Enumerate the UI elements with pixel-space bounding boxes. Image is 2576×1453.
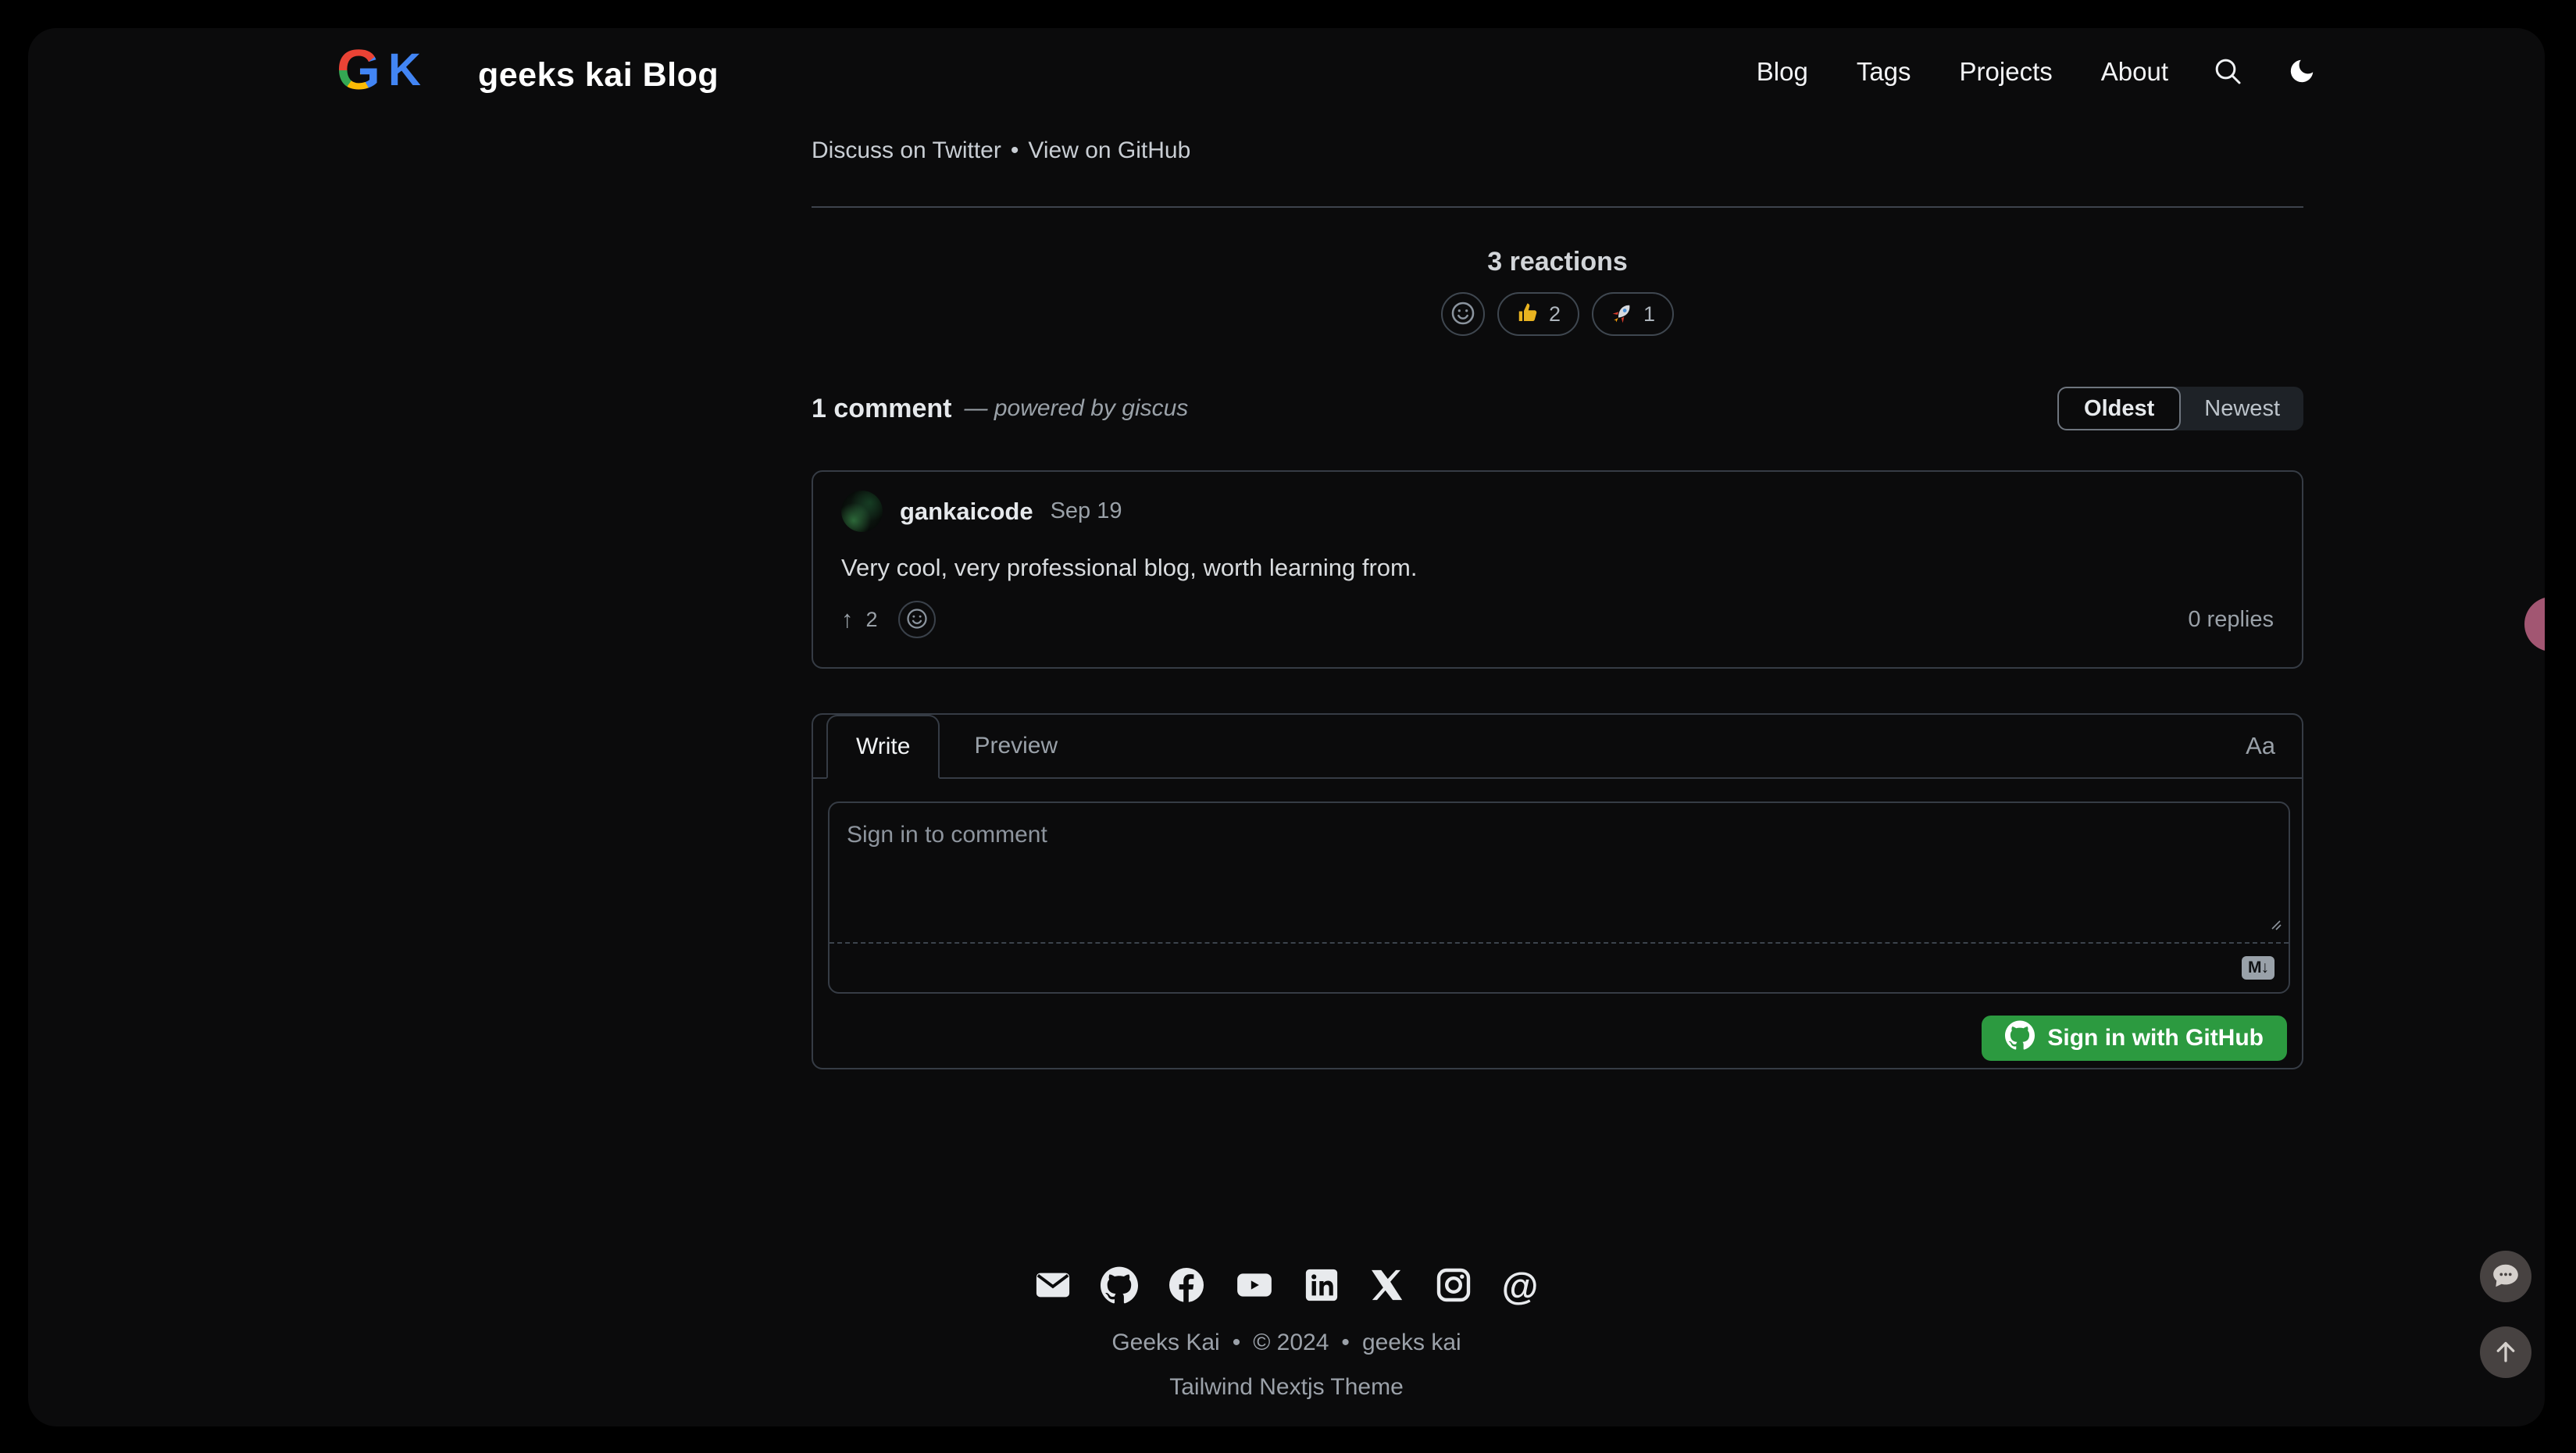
site-title[interactable]: geeks kai Blog	[478, 56, 719, 95]
tab-write[interactable]: Write	[826, 715, 940, 779]
x-icon	[1369, 1267, 1405, 1307]
add-reaction-button[interactable]	[1440, 292, 1485, 336]
text-format-button[interactable]: Aa	[2241, 731, 2280, 761]
comment-body: Very cool, very professional blog, worth…	[841, 554, 1418, 581]
nav-link-tags[interactable]: Tags	[1857, 57, 1911, 87]
avatar[interactable]	[841, 491, 883, 532]
discuss-twitter-link[interactable]: Discuss on Twitter	[812, 137, 1001, 163]
linkedin-icon	[1304, 1267, 1340, 1307]
nav-link-projects[interactable]: Projects	[1960, 57, 2053, 87]
post-share-links: Discuss on Twitter • View on GitHub	[812, 137, 1190, 164]
social-links: @	[28, 1266, 2545, 1308]
sort-newest-button[interactable]: Newest	[2181, 387, 2303, 430]
nav-link-blog[interactable]: Blog	[1757, 57, 1808, 87]
reaction-rocket-button[interactable]: 1	[1592, 292, 1675, 336]
comment-header: gankaicode Sep 19	[841, 491, 2274, 532]
rocket-icon	[1611, 302, 1634, 327]
threads-icon: @	[1501, 1266, 1539, 1308]
upvote-button[interactable]: ↑	[841, 605, 854, 634]
github-icon	[1100, 1266, 1138, 1308]
reaction-thumbs-up-button[interactable]: 2	[1497, 292, 1579, 336]
facebook-link[interactable]	[1168, 1266, 1205, 1308]
blog-page: G K geeks kai Blog Blog Tags Projects Ab…	[28, 28, 2545, 1426]
youtube-link[interactable]	[1235, 1266, 1274, 1308]
smiley-icon	[905, 607, 929, 633]
theme-toggle-button[interactable]	[2287, 56, 2317, 88]
comment-composer: Write Preview Aa M↓ Sign in with GitHub	[812, 713, 2303, 1069]
footer-separator: •	[1232, 1330, 1241, 1355]
footer-separator: •	[1341, 1330, 1350, 1355]
up-arrow-icon: ↑	[841, 605, 854, 633]
sort-oldest-button[interactable]: Oldest	[2057, 387, 2182, 430]
mail-link[interactable]	[1035, 1267, 1071, 1307]
logo-k-mark: K	[388, 45, 421, 95]
threads-link[interactable]: @	[1501, 1266, 1539, 1308]
section-divider	[812, 206, 2303, 208]
upvote-count: 2	[865, 607, 878, 631]
view-github-link[interactable]: View on GitHub	[1028, 137, 1190, 163]
thumbs-up-icon	[1516, 302, 1540, 327]
composer-tabbar: Write Preview Aa	[813, 715, 2302, 779]
resize-grip-icon[interactable]	[2270, 919, 2282, 935]
instagram-link[interactable]	[1435, 1266, 1472, 1308]
powered-by-giscus: — powered by giscus	[964, 395, 1189, 421]
footer-copyright: Geeks Kai • © 2024 • geeks kai	[28, 1330, 2545, 1356]
comment-author[interactable]: gankaicode	[900, 498, 1033, 526]
reaction-count: 1	[1643, 302, 1656, 326]
sign-in-github-button[interactable]: Sign in with GitHub	[1982, 1016, 2287, 1061]
logo-g-mark: G	[337, 39, 381, 102]
replies-count: 0 replies	[2188, 606, 2274, 632]
footer-author: Geeks Kai	[1111, 1330, 1220, 1355]
comments-count: 1 comment	[812, 393, 952, 423]
moon-icon	[2287, 56, 2317, 88]
arrow-up-icon	[2492, 1337, 2520, 1368]
feedback-peek-widget[interactable]	[2524, 597, 2545, 652]
linkedin-link[interactable]	[1304, 1267, 1340, 1307]
mail-icon	[1035, 1267, 1071, 1307]
youtube-icon	[1235, 1266, 1274, 1308]
smiley-add-reaction-icon	[1450, 300, 1476, 329]
github-icon	[2005, 1020, 2035, 1056]
comment-card: gankaicode Sep 19 Very cool, very profes…	[812, 470, 2303, 669]
main-nav: Blog Tags Projects About	[1757, 50, 2317, 94]
chat-bubble-icon	[2491, 1261, 2521, 1293]
comment-textarea[interactable]	[830, 803, 2289, 937]
scroll-to-top-button[interactable]	[2480, 1326, 2531, 1378]
search-icon	[2212, 55, 2243, 89]
theme-link[interactable]: Tailwind Nextjs Theme	[1169, 1374, 1404, 1400]
footer-sitename: geeks kai	[1361, 1330, 1461, 1355]
footer-year: © 2024	[1253, 1330, 1329, 1355]
comment-input-box: M↓	[828, 801, 2290, 994]
markdown-row: M↓	[830, 942, 2289, 992]
links-separator: •	[1010, 137, 1019, 163]
github-link[interactable]	[1100, 1266, 1138, 1308]
comments-header: 1 comment — powered by giscus Oldest New…	[812, 386, 2303, 431]
footer-theme: Tailwind Nextjs Theme	[28, 1374, 2545, 1401]
site-logo[interactable]: G K	[337, 42, 421, 98]
tab-preview[interactable]: Preview	[940, 715, 1092, 777]
search-button[interactable]	[2212, 55, 2243, 89]
comment-date[interactable]: Sep 19	[1051, 498, 1122, 524]
scroll-to-comments-button[interactable]	[2480, 1251, 2531, 1302]
sort-toggle: Oldest Newest	[2057, 387, 2303, 430]
nav-link-about[interactable]: About	[2101, 57, 2168, 87]
reactions-heading: 3 reactions	[1487, 247, 1628, 277]
facebook-icon	[1168, 1266, 1205, 1308]
reaction-count: 2	[1548, 302, 1561, 326]
sign-in-label: Sign in with GitHub	[2047, 1025, 2264, 1051]
markdown-icon[interactable]: M↓	[2242, 956, 2275, 980]
comment-add-reaction-button[interactable]	[897, 601, 936, 638]
comment-footer: ↑ 2 0 replies	[841, 601, 2274, 638]
reactions-row: 2 1	[812, 292, 2303, 336]
x-link[interactable]	[1369, 1267, 1405, 1307]
instagram-icon	[1435, 1266, 1472, 1308]
